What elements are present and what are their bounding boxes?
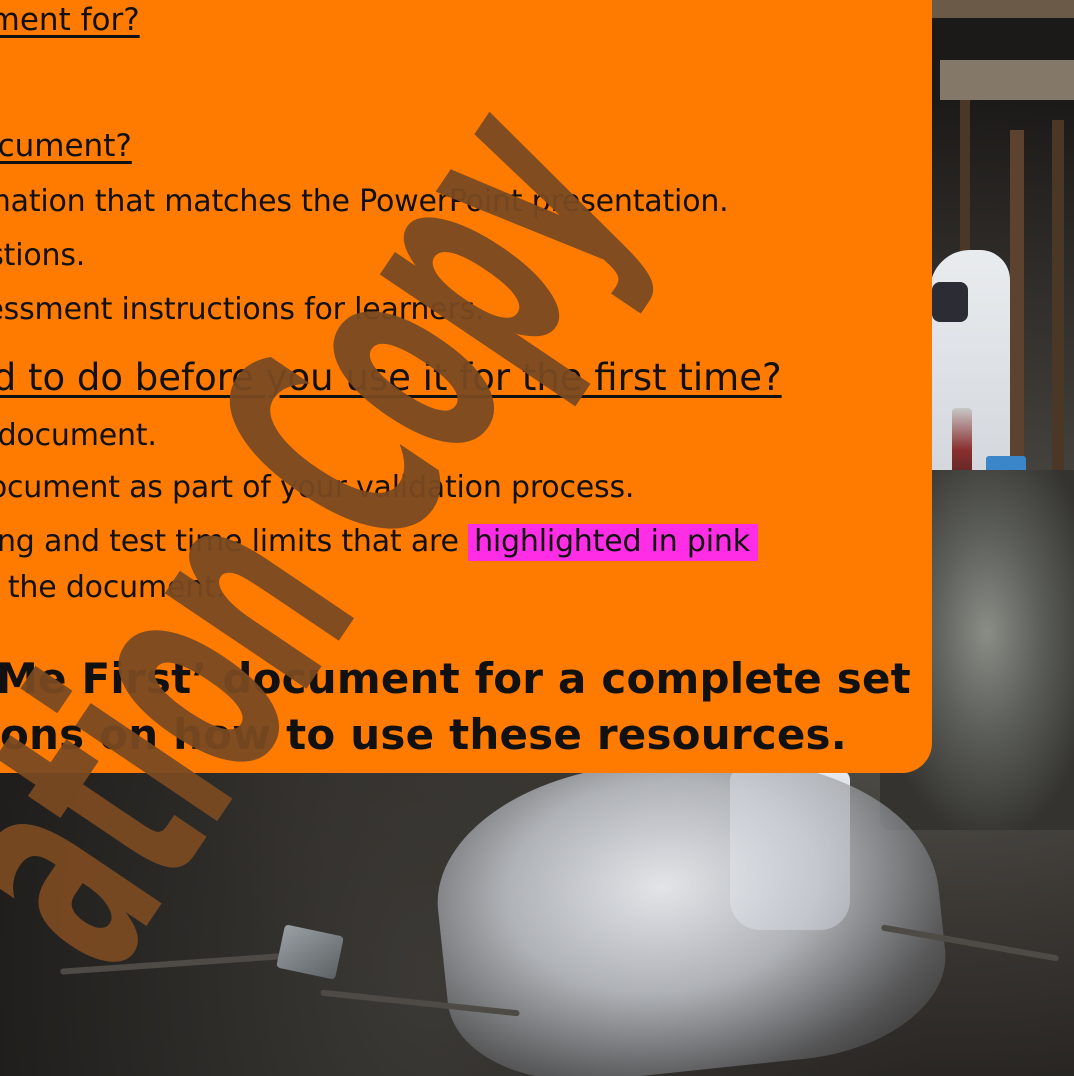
question-heading-first-use: ed to do before you use it for the first…: [0, 356, 782, 399]
question-heading-contents: locument?: [0, 128, 132, 164]
list-item: e document.: [0, 418, 157, 453]
list-item: estions.: [0, 238, 86, 273]
list-item: sessment instructions for learners.: [0, 292, 485, 327]
pink-highlight: highlighted in pink: [468, 524, 758, 561]
list-item: rmation that matches the PowerPoint pres…: [0, 184, 729, 219]
list-item: of the document.: [0, 570, 225, 605]
list-item: ding and test time limits that are highl…: [0, 524, 758, 561]
plastic-evidence-bag: [425, 734, 955, 1076]
instructions-panel: ument for? locument? rmation that matche…: [0, 0, 932, 773]
shovel-blade: [276, 924, 344, 980]
list-item-text: ding and test time limits that are: [0, 524, 469, 559]
closing-statement-line-2: ons on how to use these resources.: [0, 710, 847, 759]
question-heading-purpose: ument for?: [0, 2, 140, 38]
respirator-mask: [932, 282, 968, 322]
bottle: [952, 408, 972, 478]
closing-statement-line-1: Me First’ document for a complete set: [0, 654, 911, 703]
list-item: document as part of your validation proc…: [0, 470, 635, 505]
